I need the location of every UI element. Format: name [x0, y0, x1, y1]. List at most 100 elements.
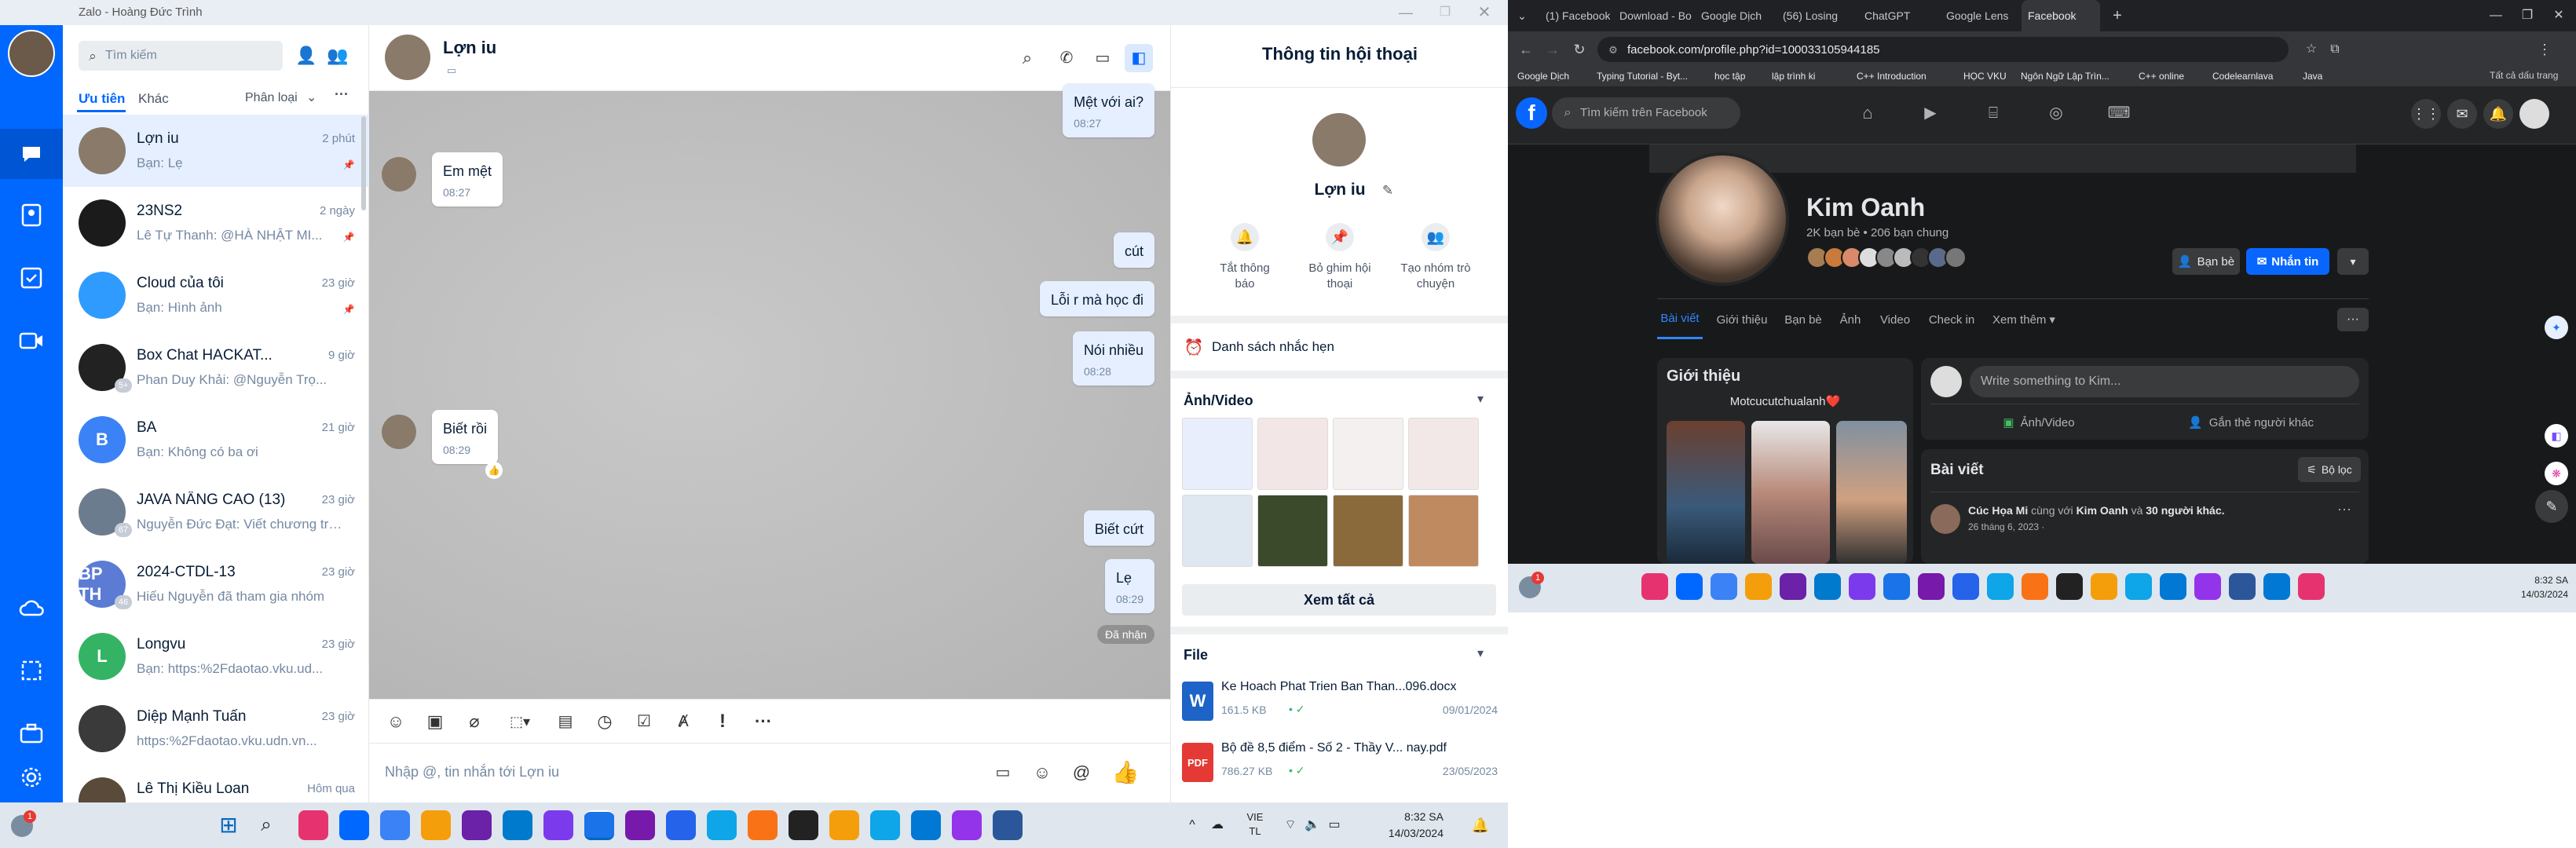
side-widget-icon[interactable]: ❋: [2545, 462, 2568, 485]
urgent-icon[interactable]: !: [710, 709, 735, 734]
media-thumbnail[interactable]: [1182, 495, 1253, 567]
chevron-up-icon[interactable]: ^: [1183, 813, 1202, 837]
windows-start-icon[interactable]: ⊞: [214, 810, 243, 840]
media-thumbnail[interactable]: [1408, 495, 1479, 567]
featured-photo[interactable]: [1751, 421, 1830, 564]
media-thumbnail[interactable]: [1408, 418, 1479, 490]
profile-tab[interactable]: Video: [1875, 300, 1915, 339]
media-thumbnail[interactable]: [1182, 418, 1253, 490]
contacts-icon[interactable]: [0, 190, 63, 240]
volume-icon[interactable]: 🔈: [1302, 813, 1323, 837]
chevron-down-icon[interactable]: ▾: [1477, 645, 1484, 661]
photo-video-button[interactable]: ▣ Ảnh/Video: [1952, 410, 2125, 435]
contact-card-icon[interactable]: ▤: [553, 709, 578, 734]
menu-icon[interactable]: ⋮: [2529, 39, 2560, 60]
close-icon[interactable]: ✕: [1469, 0, 1500, 25]
outgoing-message[interactable]: Lỗi r mà học đi: [1039, 281, 1154, 316]
search-input[interactable]: ⌕ Tìm kiếm: [79, 41, 283, 71]
featured-photo[interactable]: [1836, 421, 1907, 564]
friends-count[interactable]: 2K bạn bè • 206 bạn chung: [1806, 226, 1948, 239]
bookmark-item[interactable]: C++ Introduction: [1857, 71, 1927, 82]
avatar[interactable]: [1312, 113, 1366, 166]
browser-tab[interactable]: ChatGPT: [1858, 0, 1937, 31]
taskbar-app-icon[interactable]: [666, 810, 696, 840]
media-thumbnail[interactable]: [1257, 495, 1328, 567]
more-options-icon[interactable]: ···: [335, 86, 349, 103]
taskbar-app-icon[interactable]: [1711, 573, 1737, 600]
list-item[interactable]: Diệp Mạnh Tuấn 23 giờ https:%2Fdaotao.vku.…: [63, 693, 369, 765]
list-item[interactable]: 23NS2 2 ngày Lê Tự Thanh: @HÀ NHẬT MI... 📌: [63, 187, 369, 259]
taskbar-app-icon[interactable]: [748, 810, 778, 840]
taskbar-app-icon[interactable]: [543, 810, 573, 840]
minimize-icon[interactable]: —: [1390, 0, 1422, 25]
taskbar-app-icon[interactable]: [2056, 573, 2083, 600]
groups-icon[interactable]: ◎: [2042, 99, 2070, 127]
taskbar-app-icon[interactable]: [707, 810, 737, 840]
onedrive-icon[interactable]: ☁: [1208, 813, 1227, 837]
clock[interactable]: 8:32 SA 14/03/2024: [2482, 573, 2568, 605]
taskbar-app-icon[interactable]: [911, 810, 941, 840]
tab-search-icon[interactable]: ⌄: [1513, 6, 1531, 25]
bookmark-star-icon[interactable]: ☆: [2301, 39, 2322, 60]
profile-tab[interactable]: Ảnh: [1835, 300, 1866, 339]
unpin-button[interactable]: 📌 Bỏ ghim hội thoại: [1304, 223, 1375, 305]
avatar[interactable]: [385, 35, 430, 80]
list-item[interactable]: B BA 21 giờ Bạn: Không có ba ơi: [63, 404, 369, 476]
taskbar-app-icon[interactable]: [1883, 573, 1910, 600]
profile-tab[interactable]: Bạn bè: [1781, 300, 1825, 339]
browser-tab[interactable]: Download - Boo: [1613, 0, 1692, 31]
composer-input[interactable]: Write something to Kim...: [1970, 366, 2359, 397]
taskbar-app-icon[interactable]: [462, 810, 492, 840]
toolbox-icon[interactable]: [0, 708, 63, 758]
taskbar-app-icon[interactable]: [1987, 573, 2014, 600]
attachment-icon[interactable]: ⌀: [462, 709, 487, 734]
list-item[interactable]: L Longvu 23 giờ Bạn: https:%2Fdaotao.vku.ud…: [63, 620, 369, 693]
new-tab-icon[interactable]: +: [2108, 6, 2127, 25]
apps-menu-icon[interactable]: ⋮⋮: [2411, 99, 2441, 129]
conversation-item-selected[interactable]: Lợn iu 2 phút Bạn: Lẹ 📌: [63, 115, 369, 187]
post-tagged[interactable]: Kim Oanh: [2077, 504, 2128, 517]
video-call-icon[interactable]: [0, 316, 63, 366]
avatar[interactable]: [382, 157, 416, 192]
list-item[interactable]: Box Chat HACKAT... 9 giờ Phan Duy Khải: @N…: [63, 331, 369, 404]
side-widget-icon[interactable]: ✦: [2545, 316, 2568, 339]
address-bar[interactable]: ⚙ facebook.com/profile.php?id=1000331059…: [1597, 37, 2289, 62]
taskbar-app-icon[interactable]: [1641, 573, 1668, 600]
gaming-icon[interactable]: ⌨: [2105, 99, 2133, 127]
taskbar-app-icon[interactable]: [2298, 573, 2325, 600]
phone-icon[interactable]: ✆: [1052, 44, 1081, 72]
thumbs-up-icon[interactable]: 👍: [1111, 758, 1140, 788]
tab-other[interactable]: Khác: [138, 91, 169, 107]
taskbar-app-icon[interactable]: [298, 810, 328, 840]
more-options-icon[interactable]: ···: [2337, 308, 2369, 331]
tab-priority[interactable]: Ưu tiên: [79, 91, 125, 107]
post-date[interactable]: 26 tháng 6, 2023 ·: [1968, 521, 2044, 532]
profile-tab[interactable]: Check in: [1924, 300, 1979, 339]
battery-icon[interactable]: ▭: [1324, 813, 1345, 837]
messenger-icon[interactable]: ✉: [2447, 99, 2477, 129]
reaction-like-icon[interactable]: 👍: [485, 462, 503, 479]
mention-icon[interactable]: @: [1068, 759, 1095, 786]
chevron-down-icon[interactable]: ⌄: [306, 90, 317, 105]
emoji-icon[interactable]: ☺: [1029, 759, 1056, 786]
add-friend-icon[interactable]: 👤: [293, 42, 320, 69]
quick-message-icon[interactable]: ▭: [990, 759, 1016, 786]
notification-tray[interactable]: 1: [8, 810, 38, 840]
tag-people-button[interactable]: 👤 Gắn thẻ người khác: [2157, 410, 2345, 435]
outgoing-message[interactable]: Nói nhiều 08:28: [1072, 331, 1154, 386]
maximize-icon[interactable]: ❐: [2513, 5, 2541, 27]
mutual-friends-avatars[interactable]: [1806, 247, 1995, 270]
taskbar-app-icon[interactable]: [339, 810, 369, 840]
video-icon[interactable]: ▶: [1916, 99, 1945, 127]
profile-picture[interactable]: [1656, 152, 1789, 286]
bookmark-item[interactable]: Codelearnlava: [2212, 71, 2273, 82]
taskbar-app-icon[interactable]: [503, 810, 532, 840]
browser-tab[interactable]: Google Dịch: [1695, 0, 1773, 31]
sticker-icon[interactable]: ☺: [383, 709, 408, 734]
extensions-icon[interactable]: ⧉: [2325, 39, 2345, 60]
all-bookmarks[interactable]: Tất cả dấu trang: [2490, 70, 2558, 81]
bookmark-item[interactable]: C++ online: [2139, 71, 2184, 82]
home-icon[interactable]: ⌂: [1853, 99, 1882, 127]
taskbar-app-icon[interactable]: [1918, 573, 1945, 600]
more-options-icon[interactable]: ···: [2337, 501, 2351, 517]
